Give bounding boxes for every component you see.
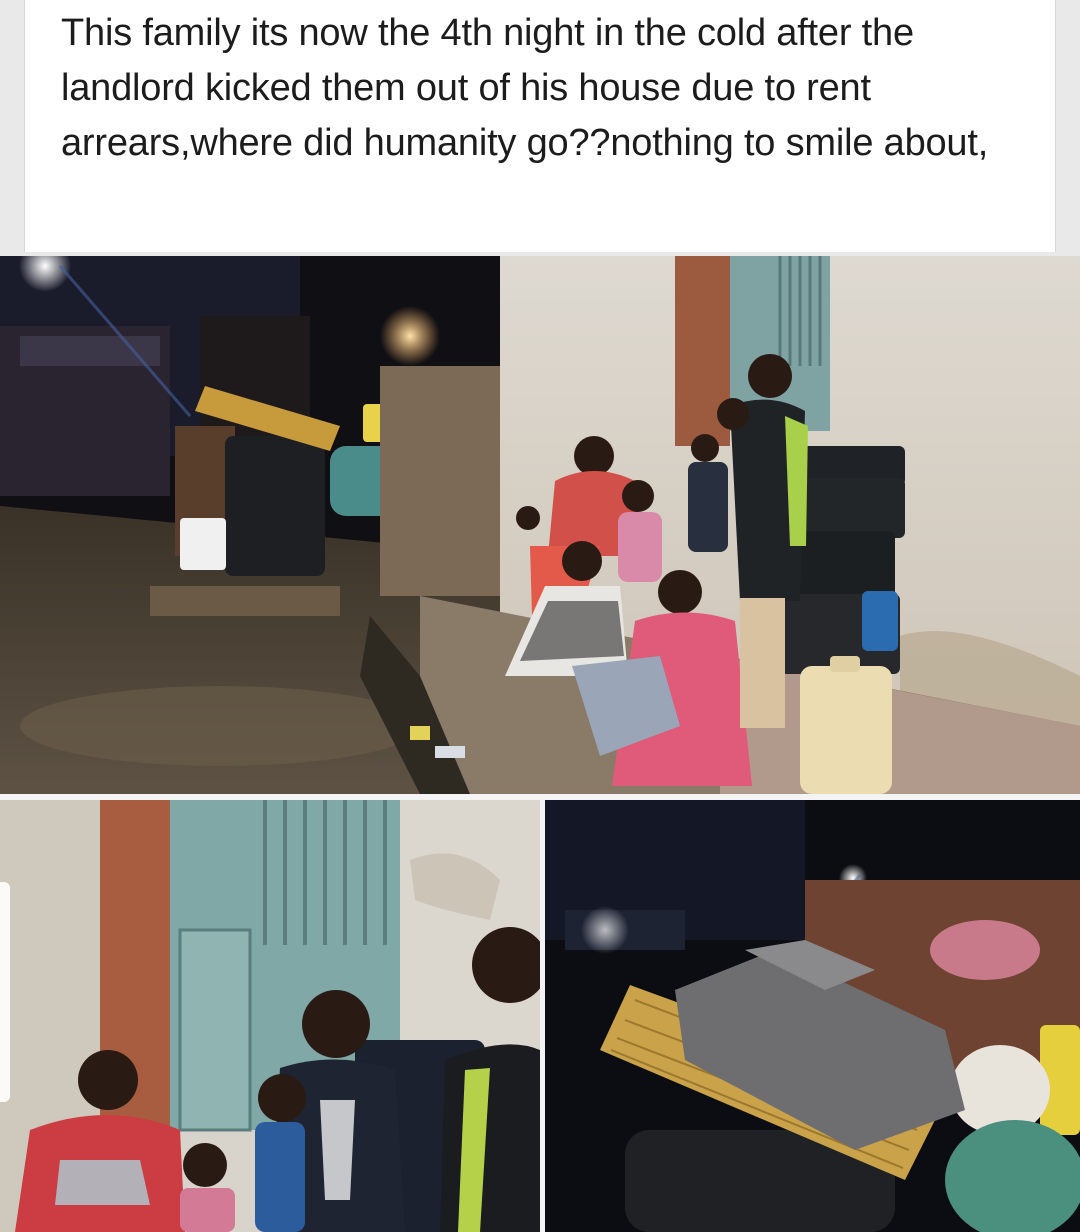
family-closeup-photo[interactable] [0, 800, 540, 1232]
post-card: This family its now the 4th night in the… [24, 0, 1056, 252]
household-items-photo[interactable] [545, 800, 1080, 1232]
edge-tab [0, 882, 10, 1102]
family-outside-house-photo[interactable] [0, 256, 1080, 794]
post-text: This family its now the 4th night in the… [61, 12, 989, 164]
